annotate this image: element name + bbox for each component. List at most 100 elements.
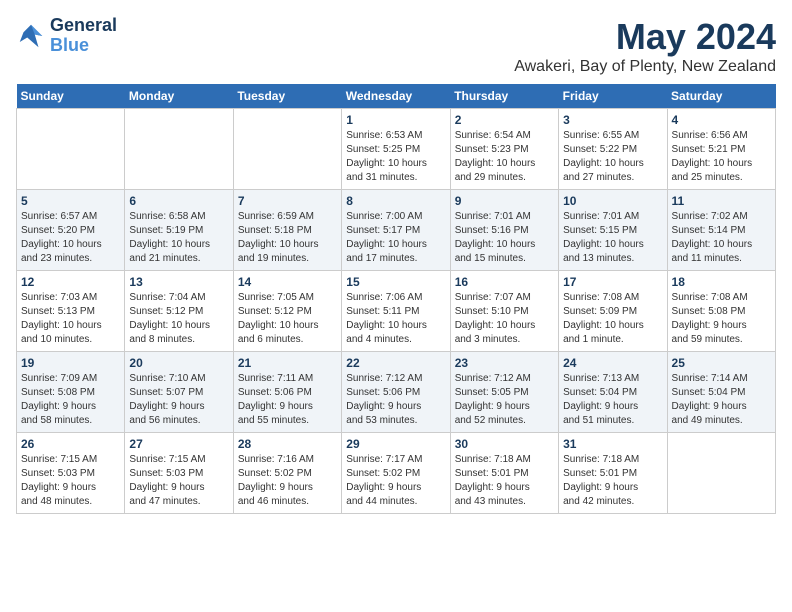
day-cell-3-6: 25Sunrise: 7:14 AM Sunset: 5:04 PM Dayli… <box>667 352 775 433</box>
day-cell-1-0: 5Sunrise: 6:57 AM Sunset: 5:20 PM Daylig… <box>17 190 125 271</box>
day-cell-3-5: 24 Sunrise: 7:13 AM Sunset: 5:04 PM Dayli… <box>559 352 667 433</box>
day-cell-4-4: 30 Sunrise: 7:18 AM Sunset: 5:01 PM Dayli… <box>450 433 558 514</box>
day-info: Sunrise: 7:07 AM Sunset: 5:10 PM Dayligh… <box>455 291 554 347</box>
day-cell-1-2: 7Sunrise: 6:59 AM Sunset: 5:18 PM Daylig… <box>233 190 341 271</box>
day-info: Sunrise: 7:11 AM Sunset: 5:06 PM Dayligh… <box>238 372 337 428</box>
calendar-header-row: Sunday Monday Tuesday Wednesday Thursday… <box>17 84 776 109</box>
day-cell-4-5: 31 Sunrise: 7:18 AM Sunset: 5:01 PM Dayli… <box>559 433 667 514</box>
day-cell-0-3: 1 Sunrise: 6:53 AM Sunset: 5:25 PM Daylig… <box>342 109 450 190</box>
day-cell-2-3: 15Sunrise: 7:06 AM Sunset: 5:11 PM Dayli… <box>342 271 450 352</box>
col-tuesday: Tuesday <box>233 84 341 109</box>
day-number: 20 <box>129 356 228 370</box>
day-number: 10 <box>563 194 662 208</box>
day-number: 19 <box>21 356 120 370</box>
day-info: Sunrise: 6:53 AM Sunset: 5:25 PM Dayligh… <box>346 129 445 185</box>
day-info: Sunrise: 7:02 AM Sunset: 5:14 PM Dayligh… <box>672 210 771 266</box>
day-number: 8 <box>346 194 445 208</box>
day-number: 14 <box>238 275 337 289</box>
header: General Blue May 2024 Awakeri, Bay of Pl… <box>16 16 776 76</box>
col-thursday: Thursday <box>450 84 558 109</box>
day-number: 24 <box>563 356 662 370</box>
day-info: Sunrise: 7:15 AM Sunset: 5:03 PM Dayligh… <box>129 453 228 509</box>
day-info: Sunrise: 7:18 AM Sunset: 5:01 PM Dayligh… <box>563 453 662 509</box>
day-number: 28 <box>238 437 337 451</box>
day-number: 26 <box>21 437 120 451</box>
day-number: 22 <box>346 356 445 370</box>
day-number: 2 <box>455 113 554 127</box>
col-wednesday: Wednesday <box>342 84 450 109</box>
day-cell-3-3: 22 Sunrise: 7:12 AM Sunset: 5:06 PM Dayli… <box>342 352 450 433</box>
day-cell-2-5: 17 Sunrise: 7:08 AM Sunset: 5:09 PM Dayli… <box>559 271 667 352</box>
day-info: Sunrise: 7:12 AM Sunset: 5:06 PM Dayligh… <box>346 372 445 428</box>
day-number: 30 <box>455 437 554 451</box>
day-cell-1-5: 10 Sunrise: 7:01 AM Sunset: 5:15 PM Dayli… <box>559 190 667 271</box>
day-info: Sunrise: 7:04 AM Sunset: 5:12 PM Dayligh… <box>129 291 228 347</box>
day-number: 11 <box>672 194 771 208</box>
col-monday: Monday <box>125 84 233 109</box>
day-number: 6 <box>129 194 228 208</box>
day-cell-0-0 <box>17 109 125 190</box>
day-number: 13 <box>129 275 228 289</box>
day-cell-2-0: 12Sunrise: 7:03 AM Sunset: 5:13 PM Dayli… <box>17 271 125 352</box>
day-number: 27 <box>129 437 228 451</box>
day-number: 25 <box>672 356 771 370</box>
day-cell-4-2: 28 Sunrise: 7:16 AM Sunset: 5:02 PM Dayli… <box>233 433 341 514</box>
calendar-table: Sunday Monday Tuesday Wednesday Thursday… <box>16 84 776 514</box>
day-number: 12 <box>21 275 120 289</box>
day-info: Sunrise: 7:08 AM Sunset: 5:09 PM Dayligh… <box>563 291 662 347</box>
col-sunday: Sunday <box>17 84 125 109</box>
title-area: May 2024 Awakeri, Bay of Plenty, New Zea… <box>514 16 776 76</box>
day-cell-0-2 <box>233 109 341 190</box>
logo-text: General Blue <box>50 16 117 56</box>
day-info: Sunrise: 7:06 AM Sunset: 5:11 PM Dayligh… <box>346 291 445 347</box>
day-number: 29 <box>346 437 445 451</box>
day-number: 1 <box>346 113 445 127</box>
day-number: 23 <box>455 356 554 370</box>
day-cell-1-1: 6 Sunrise: 6:58 AM Sunset: 5:19 PM Daylig… <box>125 190 233 271</box>
week-row-5: 26 Sunrise: 7:15 AM Sunset: 5:03 PM Dayli… <box>17 433 776 514</box>
day-cell-4-1: 27 Sunrise: 7:15 AM Sunset: 5:03 PM Dayli… <box>125 433 233 514</box>
day-cell-0-5: 3Sunrise: 6:55 AM Sunset: 5:22 PM Daylig… <box>559 109 667 190</box>
day-info: Sunrise: 7:18 AM Sunset: 5:01 PM Dayligh… <box>455 453 554 509</box>
col-friday: Friday <box>559 84 667 109</box>
day-info: Sunrise: 7:08 AM Sunset: 5:08 PM Dayligh… <box>672 291 771 347</box>
day-cell-3-0: 19 Sunrise: 7:09 AM Sunset: 5:08 PM Dayli… <box>17 352 125 433</box>
week-row-3: 12Sunrise: 7:03 AM Sunset: 5:13 PM Dayli… <box>17 271 776 352</box>
day-info: Sunrise: 7:10 AM Sunset: 5:07 PM Dayligh… <box>129 372 228 428</box>
day-cell-3-4: 23Sunrise: 7:12 AM Sunset: 5:05 PM Dayli… <box>450 352 558 433</box>
day-info: Sunrise: 6:56 AM Sunset: 5:21 PM Dayligh… <box>672 129 771 185</box>
page-container: General Blue May 2024 Awakeri, Bay of Pl… <box>16 16 776 514</box>
day-cell-0-1 <box>125 109 233 190</box>
day-info: Sunrise: 7:09 AM Sunset: 5:08 PM Dayligh… <box>21 372 120 428</box>
day-info: Sunrise: 6:58 AM Sunset: 5:19 PM Dayligh… <box>129 210 228 266</box>
day-number: 21 <box>238 356 337 370</box>
day-info: Sunrise: 7:01 AM Sunset: 5:15 PM Dayligh… <box>563 210 662 266</box>
subtitle: Awakeri, Bay of Plenty, New Zealand <box>514 58 776 76</box>
col-saturday: Saturday <box>667 84 775 109</box>
day-number: 18 <box>672 275 771 289</box>
day-cell-2-4: 16 Sunrise: 7:07 AM Sunset: 5:10 PM Dayli… <box>450 271 558 352</box>
week-row-2: 5Sunrise: 6:57 AM Sunset: 5:20 PM Daylig… <box>17 190 776 271</box>
day-number: 4 <box>672 113 771 127</box>
week-row-1: 1 Sunrise: 6:53 AM Sunset: 5:25 PM Daylig… <box>17 109 776 190</box>
day-number: 3 <box>563 113 662 127</box>
week-row-4: 19 Sunrise: 7:09 AM Sunset: 5:08 PM Dayli… <box>17 352 776 433</box>
day-number: 9 <box>455 194 554 208</box>
day-number: 17 <box>563 275 662 289</box>
day-info: Sunrise: 6:54 AM Sunset: 5:23 PM Dayligh… <box>455 129 554 185</box>
day-cell-4-0: 26 Sunrise: 7:15 AM Sunset: 5:03 PM Dayli… <box>17 433 125 514</box>
day-info: Sunrise: 7:13 AM Sunset: 5:04 PM Dayligh… <box>563 372 662 428</box>
day-number: 31 <box>563 437 662 451</box>
day-number: 16 <box>455 275 554 289</box>
day-cell-4-3: 29Sunrise: 7:17 AM Sunset: 5:02 PM Dayli… <box>342 433 450 514</box>
day-info: Sunrise: 7:15 AM Sunset: 5:03 PM Dayligh… <box>21 453 120 509</box>
day-cell-3-2: 21 Sunrise: 7:11 AM Sunset: 5:06 PM Dayli… <box>233 352 341 433</box>
day-cell-4-6 <box>667 433 775 514</box>
day-info: Sunrise: 6:57 AM Sunset: 5:20 PM Dayligh… <box>21 210 120 266</box>
day-number: 7 <box>238 194 337 208</box>
logo: General Blue <box>16 16 117 56</box>
day-cell-1-6: 11 Sunrise: 7:02 AM Sunset: 5:14 PM Dayli… <box>667 190 775 271</box>
day-info: Sunrise: 7:01 AM Sunset: 5:16 PM Dayligh… <box>455 210 554 266</box>
day-cell-3-1: 20 Sunrise: 7:10 AM Sunset: 5:07 PM Dayli… <box>125 352 233 433</box>
day-info: Sunrise: 7:16 AM Sunset: 5:02 PM Dayligh… <box>238 453 337 509</box>
